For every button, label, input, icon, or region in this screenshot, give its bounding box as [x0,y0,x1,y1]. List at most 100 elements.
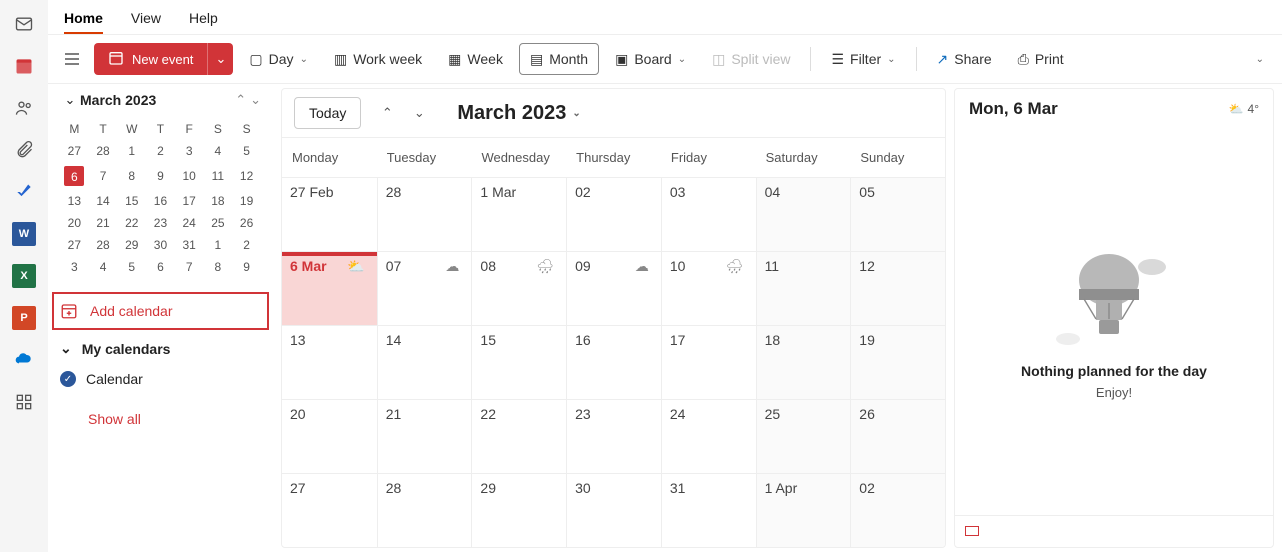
day-cell[interactable]: 15 [471,325,566,399]
mini-day-cell[interactable]: 9 [232,256,261,278]
mini-day-cell[interactable]: 18 [204,190,233,212]
mini-day-cell[interactable]: 17 [175,190,204,212]
mini-day-cell[interactable]: 19 [232,190,261,212]
mini-day-cell[interactable]: 10 [175,162,204,190]
mini-day-cell[interactable]: 5 [232,140,261,162]
mini-day-cell[interactable]: 23 [146,212,175,234]
mini-day-cell[interactable]: 3 [60,256,89,278]
mini-day-cell[interactable]: 14 [89,190,118,212]
day-cell[interactable]: 07☁ [377,251,472,325]
day-cell[interactable]: 10🌧 [661,251,756,325]
excel-app[interactable]: X [12,264,36,288]
mini-day-cell[interactable]: 16 [146,190,175,212]
word-app[interactable]: W [12,222,36,246]
new-event-button[interactable]: New event [94,43,207,75]
mini-day-cell[interactable]: 6 [60,162,89,190]
mini-day-cell[interactable]: 2 [232,234,261,256]
day-cell[interactable]: 23 [566,399,661,473]
day-cell[interactable]: 28 [377,473,472,547]
mini-day-cell[interactable]: 12 [232,162,261,190]
next-month-button[interactable]: ⌄ [405,99,433,127]
show-all-button[interactable]: Show all [88,411,261,427]
view-week-button[interactable]: ▦Week [438,43,513,75]
day-cell[interactable]: 11 [756,251,851,325]
hamburger-button[interactable] [56,43,88,75]
mini-day-cell[interactable]: 1 [117,140,146,162]
tab-view[interactable]: View [131,8,161,34]
prev-month-button[interactable]: ⌃ [373,99,401,127]
day-cell[interactable]: 26 [850,399,945,473]
day-cell[interactable]: 31 [661,473,756,547]
mini-day-cell[interactable]: 22 [117,212,146,234]
mini-day-cell[interactable]: 26 [232,212,261,234]
day-cell[interactable]: 05 [850,177,945,251]
mini-day-cell[interactable]: 11 [204,162,233,190]
mini-day-cell[interactable]: 2 [146,140,175,162]
day-cell[interactable]: 17 [661,325,756,399]
more-apps-icon[interactable] [12,390,36,414]
mini-day-cell[interactable]: 29 [117,234,146,256]
mini-day-cell[interactable]: 27 [60,234,89,256]
share-button[interactable]: ↗Share [927,43,1002,75]
new-event-dropdown[interactable]: ⌄ [207,43,233,75]
tab-home[interactable]: Home [64,8,103,34]
mini-day-cell[interactable]: 28 [89,234,118,256]
mini-day-cell[interactable]: 4 [89,256,118,278]
day-cell[interactable]: 03 [661,177,756,251]
day-cell[interactable]: 09☁ [566,251,661,325]
ribbon-overflow-button[interactable]: ⌄ [1246,43,1274,75]
mini-day-cell[interactable]: 3 [175,140,204,162]
mini-day-cell[interactable]: 27 [60,140,89,162]
view-day-button[interactable]: ▢Day⌄ [239,43,318,75]
day-cell[interactable]: 12 [850,251,945,325]
day-cell[interactable]: 25 [756,399,851,473]
mini-day-cell[interactable]: 6 [146,256,175,278]
agenda-footer-toggle[interactable] [955,515,1273,547]
mini-day-cell[interactable]: 4 [204,140,233,162]
calendar-item-calendar[interactable]: Calendar [60,371,261,387]
day-cell[interactable]: 1 Mar [471,177,566,251]
people-app-icon[interactable] [12,96,36,120]
day-cell[interactable]: 16 [566,325,661,399]
today-button[interactable]: Today [294,97,361,129]
day-cell[interactable]: 18 [756,325,851,399]
day-cell[interactable]: 02 [566,177,661,251]
mini-prev-button[interactable]: ⌃ [235,92,246,108]
day-cell[interactable]: 27 [282,473,377,547]
day-cell[interactable]: 20 [282,399,377,473]
day-cell[interactable]: 14 [377,325,472,399]
mini-day-cell[interactable]: 20 [60,212,89,234]
mini-day-cell[interactable]: 21 [89,212,118,234]
mini-day-cell[interactable]: 1 [204,234,233,256]
day-cell[interactable]: 27 Feb [282,177,377,251]
day-cell[interactable]: 08🌧 [471,251,566,325]
mini-day-cell[interactable]: 7 [89,162,118,190]
mini-day-cell[interactable]: 30 [146,234,175,256]
day-cell[interactable]: 29 [471,473,566,547]
day-cell[interactable]: 6 Mar⛅ [282,251,377,325]
mini-day-cell[interactable]: 13 [60,190,89,212]
mini-day-cell[interactable]: 5 [117,256,146,278]
onedrive-app[interactable] [12,348,36,372]
mini-day-cell[interactable]: 28 [89,140,118,162]
split-view-button[interactable]: ◫Split view [702,43,800,75]
my-calendars-section[interactable]: ⌄ My calendars [60,340,261,357]
calendar-title[interactable]: March 2023 ⌄ [457,102,580,125]
day-cell[interactable]: 02 [850,473,945,547]
day-cell[interactable]: 19 [850,325,945,399]
powerpoint-app[interactable]: P [12,306,36,330]
chevron-down-icon[interactable]: ⌄ [60,92,80,108]
print-button[interactable]: ⎙Print [1008,43,1074,75]
day-cell[interactable]: 28 [377,177,472,251]
view-month-button[interactable]: ▤Month [519,43,599,75]
todo-app-icon[interactable] [12,180,36,204]
day-cell[interactable]: 13 [282,325,377,399]
mini-day-cell[interactable]: 9 [146,162,175,190]
mini-day-cell[interactable]: 25 [204,212,233,234]
day-cell[interactable]: 30 [566,473,661,547]
mini-day-cell[interactable]: 7 [175,256,204,278]
mini-day-cell[interactable]: 15 [117,190,146,212]
view-board-button[interactable]: ▣Board⌄ [605,43,696,75]
mail-app-icon[interactable] [12,12,36,36]
mini-day-cell[interactable]: 31 [175,234,204,256]
